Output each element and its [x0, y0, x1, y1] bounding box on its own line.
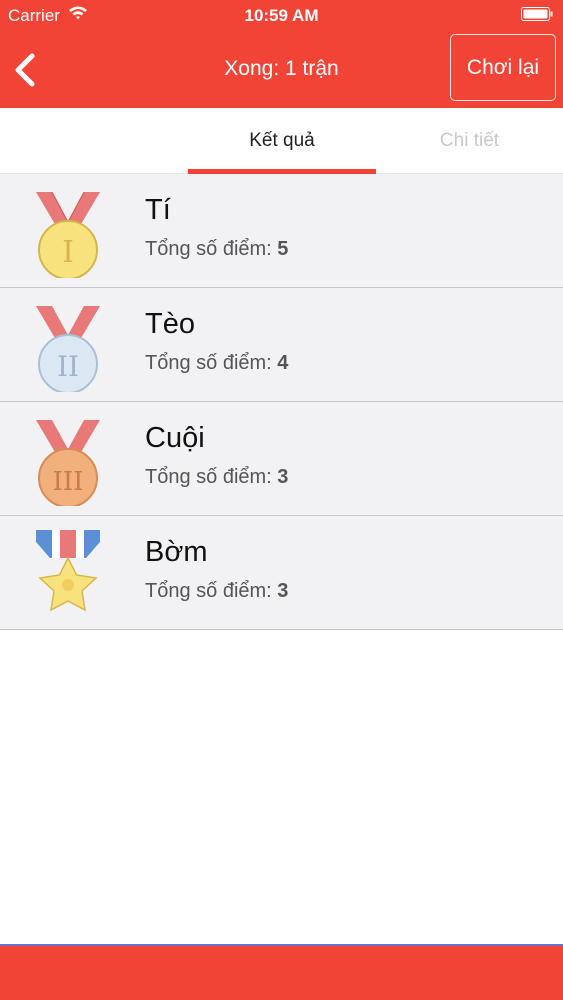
- bottom-bar: [0, 944, 563, 1000]
- player-name: Tí: [145, 194, 171, 226]
- score-line: Tổng số điểm: 3: [145, 466, 288, 489]
- score-value: 5: [277, 238, 289, 260]
- svg-text:II: II: [57, 350, 79, 383]
- score-label: Tổng số điểm:: [145, 352, 272, 374]
- list-item[interactable]: II Tèo Tổng số điểm: 4: [0, 288, 563, 402]
- score-line: Tổng số điểm: 3: [145, 580, 288, 603]
- score-value: 3: [277, 580, 289, 602]
- player-name: Cuội: [145, 422, 205, 454]
- player-name: Tèo: [145, 308, 195, 340]
- bronze-medal-icon: III: [36, 420, 100, 506]
- replay-button[interactable]: Chơi lại: [450, 34, 556, 101]
- svg-text:III: III: [53, 467, 84, 497]
- score-value: 4: [277, 352, 289, 374]
- app-header: Carrier 10:59 AM Xong: 1 trận Chơi lại: [0, 0, 563, 108]
- clock: 10:59 AM: [244, 6, 319, 25]
- tab-details[interactable]: Chi tiết: [376, 108, 563, 174]
- gold-medal-icon: I: [36, 191, 100, 278]
- tab-bar: Kết quả Chi tiết: [0, 108, 563, 174]
- score-label: Tổng số điểm:: [145, 238, 272, 260]
- battery-icon: [521, 7, 553, 21]
- list-item[interactable]: Bờm Tổng số điểm: 3: [0, 516, 563, 630]
- svg-text:I: I: [62, 235, 74, 270]
- list-item[interactable]: I Tí Tổng số điểm: 5: [0, 174, 563, 288]
- score-label: Tổng số điểm:: [145, 466, 272, 488]
- status-bar: Carrier 10:59 AM: [0, 0, 563, 30]
- score-line: Tổng số điểm: 5: [145, 238, 288, 261]
- player-name: Bờm: [145, 536, 208, 568]
- star-medal-icon: [36, 530, 100, 612]
- silver-medal-icon: II: [36, 306, 100, 392]
- score-label: Tổng số điểm:: [145, 580, 272, 602]
- score-line: Tổng số điểm: 4: [145, 352, 288, 375]
- results-list: I Tí Tổng số điểm: 5 II Tèo Tổng số điểm…: [0, 174, 563, 630]
- tab-results[interactable]: Kết quả: [188, 108, 376, 174]
- score-value: 3: [277, 466, 289, 488]
- list-item[interactable]: III Cuội Tổng số điểm: 3: [0, 402, 563, 516]
